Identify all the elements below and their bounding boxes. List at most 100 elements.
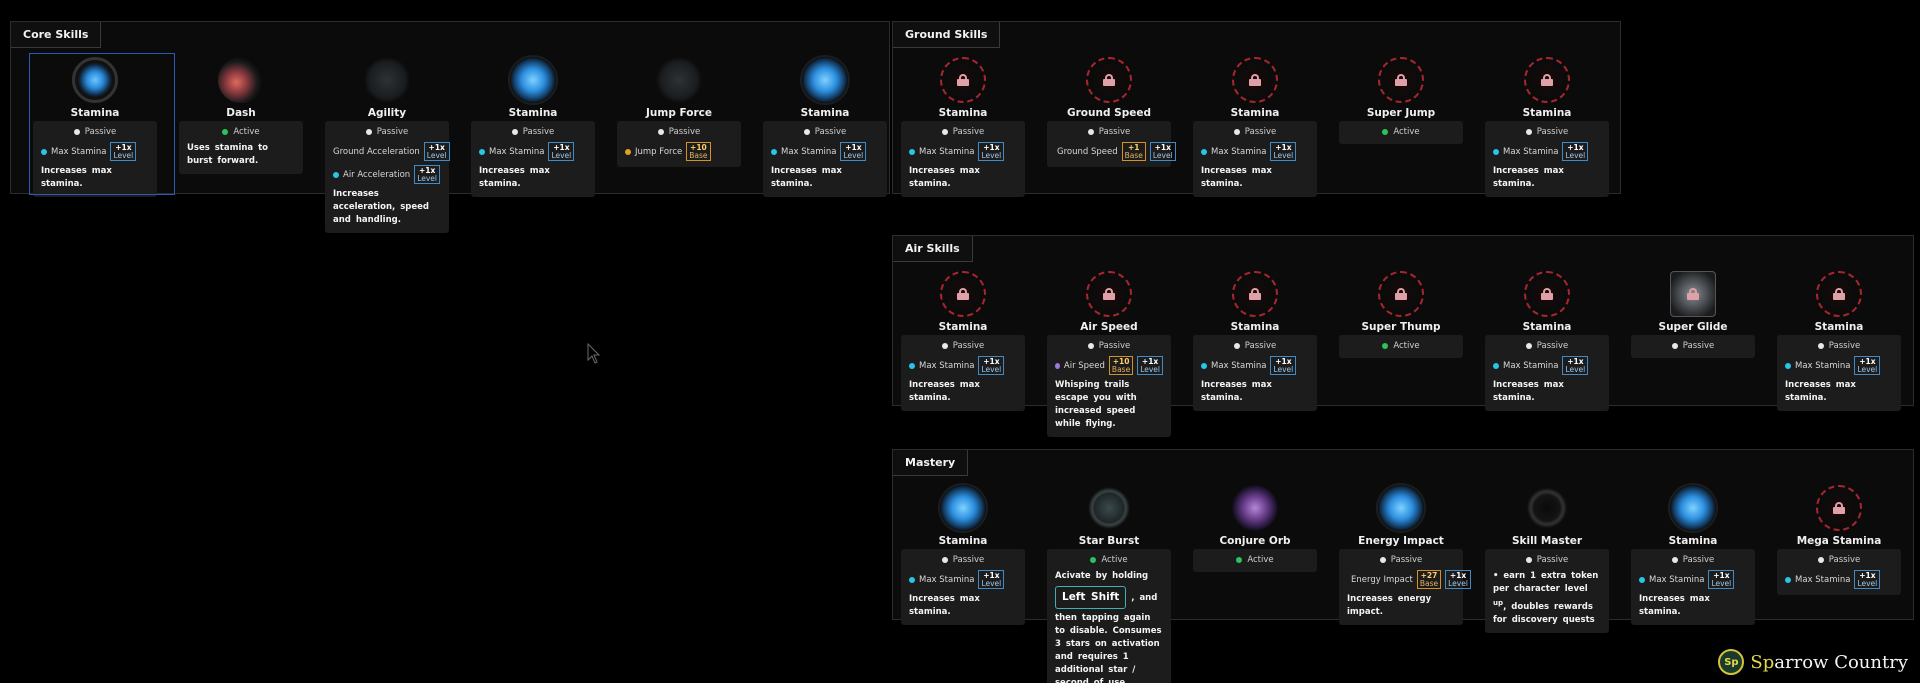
logo-text: Sparrow Country [1750, 651, 1908, 673]
passive-dot-icon [1087, 342, 1094, 349]
active-dot-icon [1382, 342, 1389, 349]
level-badge: +1x Level [840, 142, 867, 161]
skill-star-burst[interactable]: Star Burst Active Acivate by holding Lef… [1047, 485, 1171, 683]
dash-orb-icon [218, 57, 264, 103]
star-burst-orb-icon [1086, 485, 1132, 531]
level-badge: +1x Level [978, 356, 1005, 375]
skill-card: Passive Max Stamina +1x Level Increases ma… [33, 121, 157, 197]
air-accel-dot-icon [333, 171, 339, 178]
level-badge: +1x Level [1270, 356, 1297, 375]
passive-dot-icon [1525, 556, 1532, 563]
skill-agility[interactable]: Agility Passive Ground Acceleration +1x Le… [325, 57, 450, 233]
skill-mastery-stamina-2[interactable]: Stamina Passive Max Stamina +1x Level Incr… [1631, 485, 1755, 625]
mastery-panel: Mastery Stamina Passive Max Stamina +1x Le… [892, 449, 1914, 683]
base-badge: +27 Base [1416, 570, 1442, 589]
passive-dot-icon [803, 128, 810, 135]
skill-skill-master[interactable]: Skill Master Passive • earn 1 extra toke… [1485, 485, 1609, 633]
jump-force-dot-icon [625, 148, 631, 155]
skill-mastery-stamina-1[interactable]: Stamina Passive Max Stamina +1x Level Incr… [901, 485, 1025, 625]
lock-icon [1249, 74, 1261, 86]
passive-dot-icon [941, 556, 948, 563]
skill-name: Stamina [70, 107, 120, 119]
skill-jump-force[interactable]: Jump Force Passive Jump Force +10 Base [617, 57, 741, 167]
locked-orb-icon [940, 271, 986, 317]
lock-icon [1103, 74, 1115, 86]
locked-orb-icon [1378, 271, 1424, 317]
stamina-orb-icon [940, 485, 986, 531]
passive-dot-icon [1817, 556, 1824, 563]
skill-air-speed[interactable]: Air Speed Passive Air Speed +10 Base +1x Lev… [1047, 271, 1171, 437]
passive-dot-icon [1233, 128, 1240, 135]
stamina-dot-icon [1785, 576, 1791, 583]
passive-dot-icon [365, 128, 372, 135]
air-skills-title: Air Skills [893, 236, 973, 262]
level-badge: +1x Level [1854, 356, 1881, 375]
skill-energy-impact[interactable]: Energy Impact Passive Energy Impact +27 Ba… [1339, 485, 1471, 625]
jump-force-orb-icon [656, 57, 702, 103]
skill-ground-stamina-3[interactable]: Stamina Passive Max Stamina +1x Level Incr… [1485, 57, 1609, 197]
locked-orb-icon [1816, 271, 1862, 317]
stamina-dot-icon [1785, 362, 1791, 369]
base-badge: +1 Base [1121, 142, 1146, 161]
level-badge: +1x Level [423, 142, 450, 161]
passive-dot-icon [1087, 128, 1094, 135]
ground-skills-title: Ground Skills [893, 22, 1001, 48]
lock-icon [1249, 288, 1261, 300]
left-shift-keycap: Left Shift [1055, 586, 1127, 609]
stamina-dot-icon [1201, 148, 1207, 155]
passive-dot-icon [73, 128, 80, 135]
ground-skills-panel: Ground Skills Stamina Passive Max Stamin… [892, 21, 1621, 197]
skill-air-stamina-4[interactable]: Stamina Passive Max Stamina +1x Level Incr… [1777, 271, 1901, 411]
stamina-orb-icon [510, 57, 556, 103]
stamina-dot-icon [909, 148, 915, 155]
skill-conjure-orb[interactable]: Conjure Orb Active [1193, 485, 1317, 572]
stamina-orb-icon [72, 57, 118, 103]
level-badge: +1x Level [1708, 570, 1735, 589]
skill-super-thump[interactable]: Super Thump Active [1339, 271, 1463, 358]
active-dot-icon [1090, 556, 1097, 563]
level-badge: +1x Level [1149, 142, 1176, 161]
lock-icon [1541, 74, 1553, 86]
skill-super-glide[interactable]: Super Glide Passive [1631, 271, 1755, 358]
stamina-dot-icon [1201, 362, 1207, 369]
locked-orb-icon [1378, 57, 1424, 103]
skill-mega-stamina[interactable]: Mega Stamina Passive Max Stamina +1x Level [1777, 485, 1901, 595]
skill-air-stamina-3[interactable]: Stamina Passive Max Stamina +1x Level Incr… [1485, 271, 1609, 411]
level-badge: +1x Level [1270, 142, 1297, 161]
air-skills-panel: Air Skills Stamina Passive Max Stamina +1… [892, 235, 1914, 437]
passive-dot-icon [657, 128, 664, 135]
passive-dot-icon [1817, 342, 1824, 349]
base-badge: +10 Base [686, 142, 711, 161]
passive-dot-icon [1233, 342, 1240, 349]
stamina-dot-icon [771, 148, 777, 155]
skill-core-stamina-2[interactable]: Stamina Passive Max Stamina +1x Level Incr… [471, 57, 595, 197]
locked-orb-icon [1232, 271, 1278, 317]
skill-core-stamina-3[interactable]: Stamina Passive Max Stamina +1x Level Incr… [763, 57, 887, 197]
skill-super-jump[interactable]: Super Jump Active [1339, 57, 1463, 144]
lock-icon [1103, 288, 1115, 300]
lock-icon [957, 74, 969, 86]
passive-dot-icon [1379, 556, 1386, 563]
passive-dot-icon [1525, 342, 1532, 349]
passive-dot-icon [511, 128, 518, 135]
skill-dash[interactable]: Dash Active Uses stamina to burst forwar… [179, 57, 303, 174]
skill-ground-stamina-2[interactable]: Stamina Passive Max Stamina +1x Level Incr… [1193, 57, 1317, 197]
locked-orb-icon [1086, 271, 1132, 317]
passive-dot-icon [941, 128, 948, 135]
stamina-dot-icon [1493, 362, 1499, 369]
skill-ground-stamina-1[interactable]: Stamina Passive Max Stamina +1x Level Incr… [901, 57, 1025, 197]
level-badge: +1x Level [1854, 570, 1881, 589]
level-badge: +1x Level [414, 165, 441, 184]
mastery-title: Mastery [893, 450, 969, 476]
base-badge: +10 Base [1108, 356, 1134, 375]
lock-icon [1833, 288, 1845, 300]
locked-orb-icon [1086, 57, 1132, 103]
skill-core-stamina-1[interactable]: Stamina Passive Max Stamina +1x Level Incr… [29, 53, 175, 197]
passive-dot-icon [1671, 342, 1678, 349]
skill-air-stamina-2[interactable]: Stamina Passive Max Stamina +1x Level Incr… [1193, 271, 1317, 411]
level-badge: +1x Level [548, 142, 575, 161]
skill-ground-speed[interactable]: Ground Speed Passive Ground Speed +1 Base +… [1047, 57, 1176, 167]
skill-air-stamina-1[interactable]: Stamina Passive Max Stamina +1x Level Incr… [901, 271, 1025, 411]
stamina-dot-icon [1639, 576, 1645, 583]
lock-icon [1833, 502, 1845, 514]
